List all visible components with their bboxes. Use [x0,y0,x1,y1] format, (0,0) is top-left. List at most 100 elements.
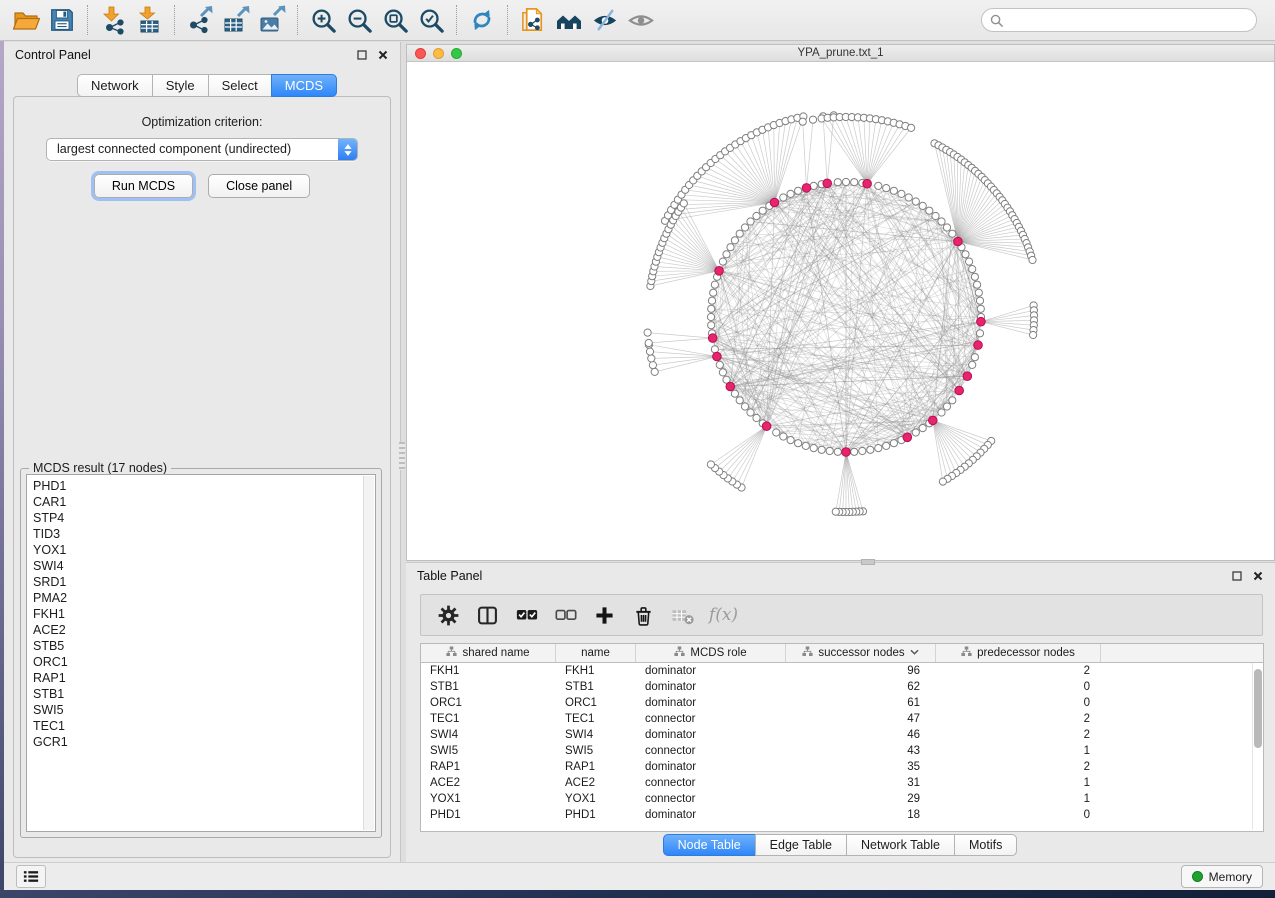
deselect-all-rows-button[interactable] [546,598,585,632]
mcds-result-item[interactable]: SRD1 [33,574,375,590]
optimization-criterion-select[interactable]: largest connected component (undirected) [46,138,358,161]
select-stepper-icon [338,139,357,160]
import-table-button[interactable] [131,3,167,37]
float-panel-button[interactable] [356,49,368,61]
horizontal-splitter-handle[interactable] [861,559,875,565]
tab-motifs[interactable]: Motifs [954,834,1017,856]
table-row[interactable]: STB1STB1dominator620 [421,679,1251,695]
list-scrollbar-track[interactable] [363,476,374,830]
run-mcds-button[interactable]: Run MCDS [94,174,193,198]
vertical-splitter-handle[interactable] [399,442,405,470]
cell-shared_name: STB1 [421,679,556,695]
search-input[interactable] [1008,13,1248,27]
cell-successor_nodes: 29 [786,791,936,807]
table-row[interactable]: SWI4SWI4dominator462 [421,727,1251,743]
table-settings-button[interactable] [429,598,468,632]
mcds-result-item[interactable]: PHD1 [33,478,375,494]
mcds-result-item[interactable]: CAR1 [33,494,375,510]
mcds-result-item[interactable]: GCR1 [33,734,375,750]
search-icon [990,14,1003,27]
delete-column-button[interactable] [624,598,663,632]
open-session-button[interactable] [8,3,44,37]
table-row[interactable]: TEC1TEC1connector472 [421,711,1251,727]
mcds-result-item[interactable]: SWI4 [33,558,375,574]
first-neighbors-button[interactable] [551,3,587,37]
memory-label: Memory [1209,870,1252,884]
table-row[interactable]: ACE2ACE2connector311 [421,775,1251,791]
tab-select[interactable]: Select [208,74,272,97]
column-header-shared_name[interactable]: shared name [421,644,556,662]
table-row[interactable]: FKH1FKH1dominator962 [421,663,1251,679]
export-network-icon [185,5,215,35]
zoom-fit-button[interactable] [377,3,413,37]
table-row[interactable]: ORC1ORC1dominator610 [421,695,1251,711]
tab-mcds[interactable]: MCDS [271,74,337,97]
cell-shared_name: SWI5 [421,743,556,759]
close-table-panel-button[interactable] [1252,570,1264,582]
mcds-result-item[interactable]: TEC1 [33,718,375,734]
export-table-button[interactable] [218,3,254,37]
import-network-button[interactable] [95,3,131,37]
mcds-result-list[interactable]: PHD1CAR1STP4TID3YOX1SWI4SRD1PMA2FKH1ACE2… [26,474,376,832]
close-icon [378,50,388,60]
select-all-rows-button[interactable] [507,598,546,632]
show-all-button[interactable] [623,3,659,37]
mcds-result-item[interactable]: YOX1 [33,542,375,558]
table-scrollbar[interactable] [1252,663,1263,830]
float-table-panel-button[interactable] [1231,570,1243,582]
zoom-in-button[interactable] [305,3,341,37]
mcds-result-item[interactable]: ACE2 [33,622,375,638]
mcds-result-item[interactable]: STB5 [33,638,375,654]
table-row[interactable]: SWI5SWI5connector431 [421,743,1251,759]
table-row[interactable]: RAP1RAP1dominator352 [421,759,1251,775]
mcds-result-item[interactable]: SWI5 [33,702,375,718]
cell-mcds_role: dominator [636,663,786,679]
close-window-button[interactable] [415,48,426,59]
mcds-result-item[interactable]: PMA2 [33,590,375,606]
mcds-result-item[interactable]: FKH1 [33,606,375,622]
scrollbar-thumb[interactable] [1254,669,1262,748]
column-header-predecessor_nodes[interactable]: predecessor nodes [936,644,1101,662]
column-header-name[interactable]: name [556,644,636,662]
task-history-button[interactable] [16,865,46,888]
zoom-selected-button[interactable] [413,3,449,37]
mcds-result-item[interactable]: STB1 [33,686,375,702]
new-network-from-selection-button[interactable] [515,3,551,37]
network-canvas[interactable] [407,62,1274,560]
memory-button[interactable]: Memory [1181,865,1263,888]
zoom-window-button[interactable] [451,48,462,59]
import-network-icon [98,5,128,35]
mcds-result-item[interactable]: RAP1 [33,670,375,686]
tab-style[interactable]: Style [152,74,209,97]
table-row[interactable]: PHD1PHD1dominator180 [421,807,1251,823]
network-window-titlebar[interactable]: YPA_prune.txt_1 [407,45,1274,62]
mcds-result-item[interactable]: STP4 [33,510,375,526]
save-session-button[interactable] [44,3,80,37]
show-column-panel-button[interactable] [468,598,507,632]
sort-desc-icon[interactable] [910,647,919,659]
table-row[interactable]: YOX1YOX1connector291 [421,791,1251,807]
column-header-label: MCDS role [690,647,746,659]
export-image-icon [257,5,287,35]
minimize-window-button[interactable] [433,48,444,59]
column-header-successor_nodes[interactable]: successor nodes [786,644,936,662]
export-image-button[interactable] [254,3,290,37]
close-panel-button[interactable] [377,49,389,61]
tab-edge-table[interactable]: Edge Table [755,834,847,856]
search-box[interactable] [981,8,1257,32]
network-from-selection-icon [519,6,548,35]
close-panel-button-mcds[interactable]: Close panel [208,174,310,198]
network-graph[interactable] [407,62,1274,559]
create-column-button[interactable] [585,598,624,632]
export-network-button[interactable] [182,3,218,37]
hide-selected-button[interactable] [587,3,623,37]
tab-network[interactable]: Network [77,74,153,97]
tab-network-table[interactable]: Network Table [846,834,955,856]
tab-node-table[interactable]: Node Table [663,834,756,856]
mcds-result-item[interactable]: TID3 [33,526,375,542]
refresh-view-button[interactable] [464,3,500,37]
float-icon [357,50,367,60]
zoom-out-button[interactable] [341,3,377,37]
mcds-result-item[interactable]: ORC1 [33,654,375,670]
column-header-mcds_role[interactable]: MCDS role [636,644,786,662]
